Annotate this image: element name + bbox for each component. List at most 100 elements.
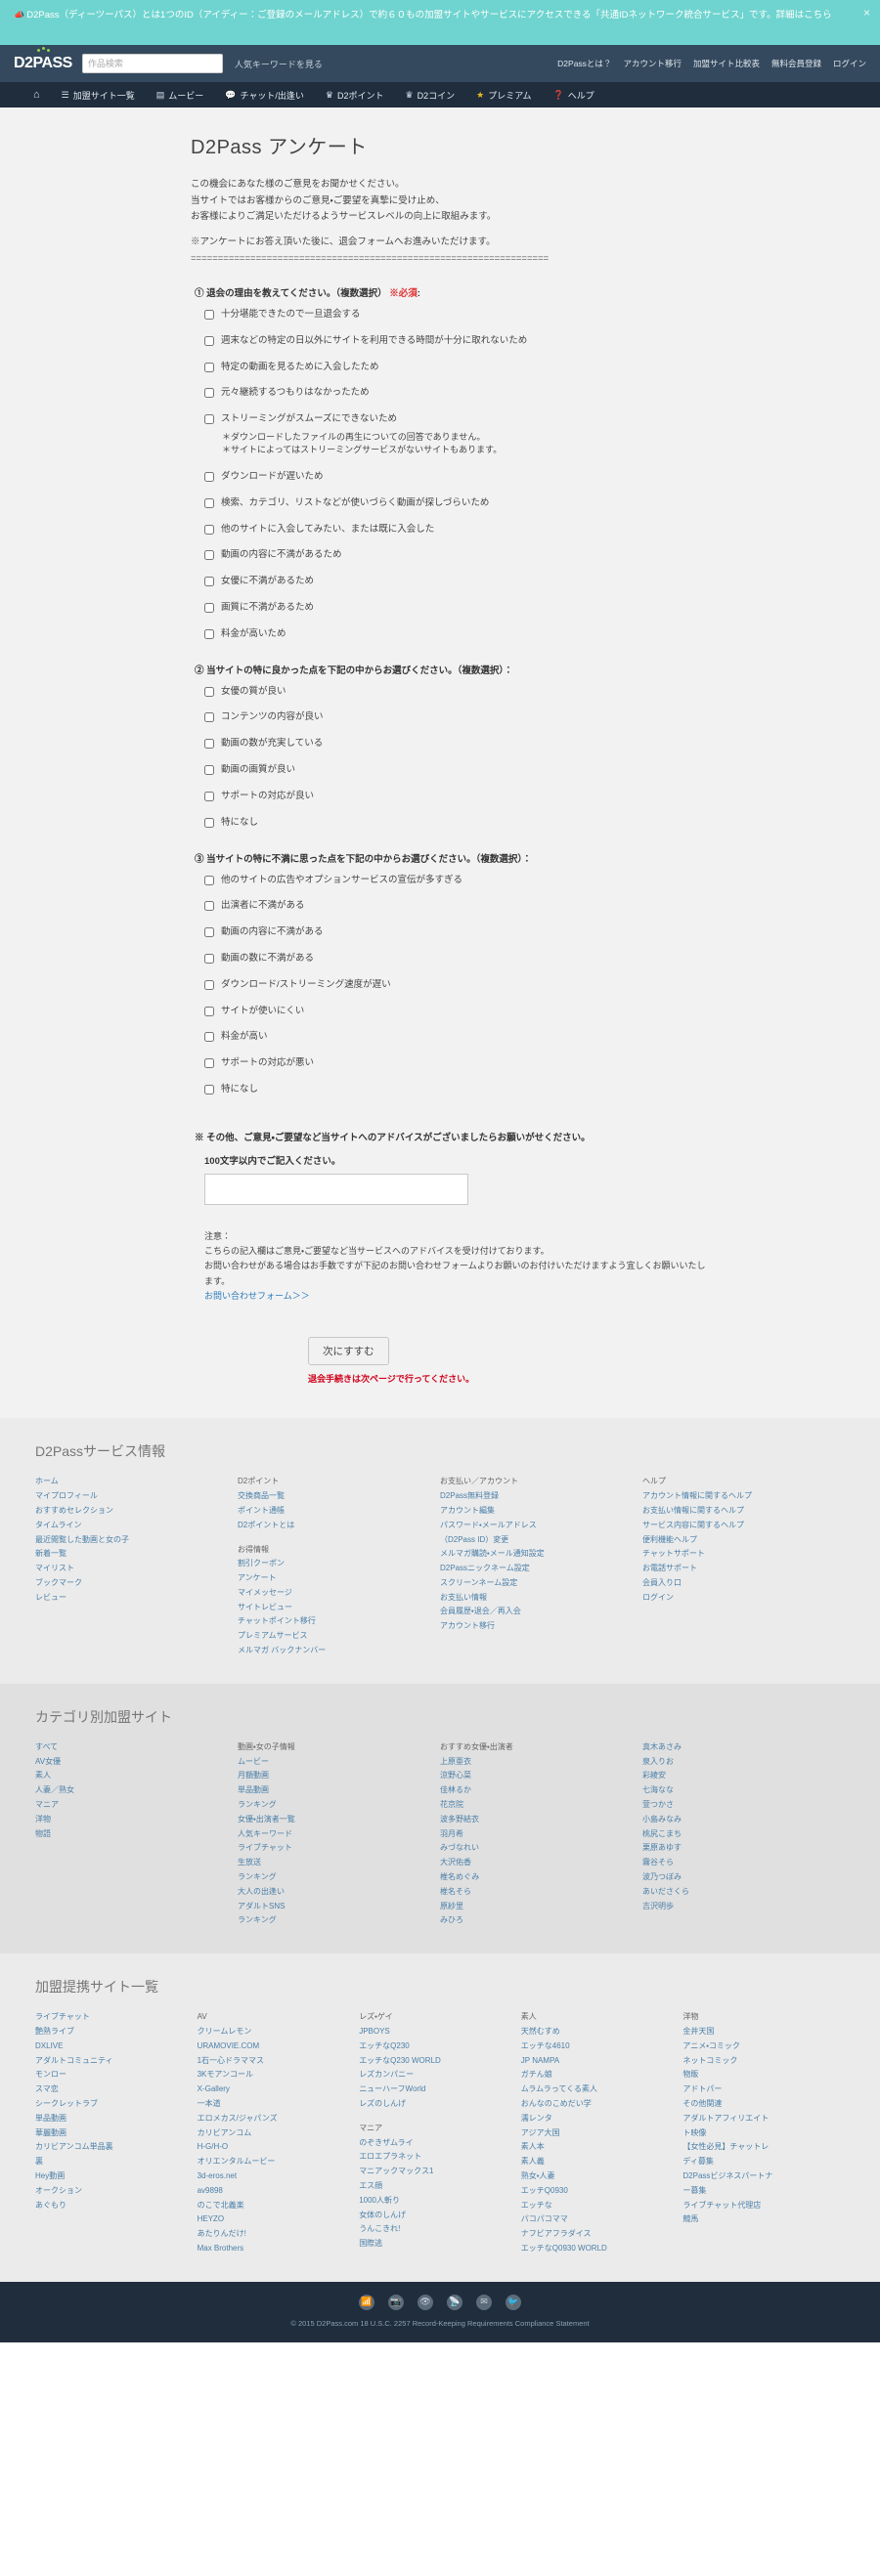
footer-category-link[interactable]: 小島みなみ bbox=[642, 1813, 833, 1827]
footer-partner-link[interactable]: あぐもり bbox=[35, 2199, 186, 2213]
mail-icon[interactable]: ✉ bbox=[476, 2294, 492, 2310]
q3-checkbox-6[interactable] bbox=[204, 1032, 214, 1043]
footer-partner-link[interactable]: 1000人斬り bbox=[359, 2194, 509, 2209]
footer-partner-link[interactable]: ライブチャット bbox=[35, 2010, 186, 2025]
footer-partner-link[interactable]: ー募集 bbox=[682, 2184, 833, 2199]
footer-category-link[interactable]: 生放送 bbox=[238, 1856, 428, 1870]
footer-category-link[interactable]: 椎名そら bbox=[440, 1885, 631, 1900]
header-link-site-comparison[interactable]: 加盟サイト比較表 bbox=[693, 58, 760, 69]
nav-item-d2coin[interactable]: ♛ D2コイン bbox=[406, 89, 456, 102]
footer-partner-link[interactable]: ガチん娘 bbox=[521, 2068, 672, 2082]
footer-category-link[interactable]: ランキング bbox=[238, 1870, 428, 1885]
footer-partner-link[interactable]: パコパコママ bbox=[521, 2212, 672, 2227]
footer-service-link[interactable]: メルマガ バックナンバー bbox=[238, 1644, 428, 1658]
footer-category-link[interactable]: 大沢佑香 bbox=[440, 1856, 631, 1870]
footer-partner-link[interactable]: アジア大国 bbox=[521, 2126, 672, 2141]
footer-category-link[interactable]: ランキング bbox=[238, 1798, 428, 1813]
q3-option-3[interactable]: 動画の数に不満がある bbox=[204, 953, 714, 966]
footer-service-link[interactable]: ホーム bbox=[35, 1475, 226, 1489]
footer-service-link[interactable]: プレミアムサービス bbox=[238, 1629, 428, 1644]
q1-option-10[interactable]: 画質に不満があるため bbox=[204, 602, 714, 615]
footer-partner-link[interactable]: DXLIVE bbox=[35, 2039, 186, 2054]
footer-partner-link[interactable]: 華麗動画 bbox=[35, 2126, 186, 2141]
footer-category-link[interactable]: 女優・出演者一覧 bbox=[238, 1813, 428, 1827]
footer-category-link[interactable]: 月額動画 bbox=[238, 1769, 428, 1783]
nav-item-d2point[interactable]: ♛ D2ポイント bbox=[326, 89, 384, 102]
footer-partner-link[interactable]: 物販 bbox=[682, 2068, 833, 2082]
footer-category-link[interactable]: あいださくら bbox=[642, 1885, 833, 1900]
footer-service-link[interactable]: ポイント通帳 bbox=[238, 1504, 428, 1519]
footer-partner-link[interactable]: JPBOYS bbox=[359, 2025, 509, 2039]
footer-category-link[interactable]: 萱つかさ bbox=[642, 1798, 833, 1813]
q3-option-7[interactable]: サポートの対応が悪い bbox=[204, 1057, 714, 1070]
footer-category-link[interactable]: 波乃つぼみ bbox=[642, 1870, 833, 1885]
footer-service-link[interactable]: レビュー bbox=[35, 1591, 226, 1606]
footer-partner-link[interactable]: エッチQ0930 bbox=[521, 2184, 672, 2199]
q2-option-3[interactable]: 動画の画質が良い bbox=[204, 764, 714, 777]
q1-checkbox-11[interactable] bbox=[204, 628, 214, 639]
header-link-login[interactable]: ログイン bbox=[833, 58, 866, 69]
q3-checkbox-1[interactable] bbox=[204, 901, 214, 912]
q2-checkbox-5[interactable] bbox=[204, 817, 214, 828]
q3-option-5[interactable]: サイトが使いにくい bbox=[204, 1006, 714, 1018]
q1-checkbox-8[interactable] bbox=[204, 550, 214, 561]
footer-category-link[interactable]: みひろ bbox=[440, 1913, 631, 1928]
footer-partner-link[interactable]: エロエプラネット bbox=[359, 2150, 509, 2165]
footer-category-link[interactable]: 原紗里 bbox=[440, 1900, 631, 1914]
footer-partner-link[interactable]: ナフビアフラダイス bbox=[521, 2227, 672, 2242]
footer-service-link[interactable]: タイムライン bbox=[35, 1519, 226, 1533]
footer-partner-link[interactable]: ライブチャット代理店 bbox=[682, 2199, 833, 2213]
footer-partner-link[interactable]: 素人義 bbox=[521, 2155, 672, 2169]
footer-category-link[interactable]: 物語 bbox=[35, 1827, 226, 1842]
footer-category-link[interactable]: みづなれい bbox=[440, 1841, 631, 1856]
footer-partner-link[interactable]: おんなのこめだい学 bbox=[521, 2097, 672, 2112]
footer-category-link[interactable]: 単品動画 bbox=[238, 1783, 428, 1798]
q3-checkbox-0[interactable] bbox=[204, 875, 214, 885]
q3-checkbox-8[interactable] bbox=[204, 1085, 214, 1095]
footer-partner-link[interactable]: のこで北義楽 bbox=[198, 2199, 348, 2213]
q1-option-8[interactable]: 動画の内容に不満があるため bbox=[204, 549, 714, 562]
footer-category-link[interactable]: すべて bbox=[35, 1740, 226, 1755]
footer-partner-link[interactable]: エロメカス/ジャパンズ bbox=[198, 2112, 348, 2126]
footer-partner-link[interactable]: カリビアンコム単品裏 bbox=[35, 2140, 186, 2155]
q2-checkbox-3[interactable] bbox=[204, 765, 214, 776]
footer-partner-link[interactable]: アダルトコミュニティ bbox=[35, 2054, 186, 2069]
footer-partner-link[interactable]: アドトパー bbox=[682, 2082, 833, 2097]
q1-option-7[interactable]: 他のサイトに入会してみたい、または既に入会した bbox=[204, 524, 714, 537]
eye-icon[interactable]: 👁 bbox=[418, 2294, 433, 2310]
footer-partner-link[interactable]: のぞきザムライ bbox=[359, 2136, 509, 2151]
nav-item-chat[interactable]: 💬 チャット/出逢い bbox=[225, 89, 304, 102]
footer-partner-link[interactable]: アダルトアフィリエイト bbox=[682, 2112, 833, 2126]
footer-service-link[interactable]: チャットポイント移行 bbox=[238, 1614, 428, 1629]
footer-service-link[interactable]: お支払い情報に関するヘルプ bbox=[642, 1504, 833, 1519]
q2-option-1[interactable]: コンテンツの内容が良い bbox=[204, 711, 714, 724]
footer-category-link[interactable]: 佳林るか bbox=[440, 1783, 631, 1798]
q2-option-4[interactable]: サポートの対応が良い bbox=[204, 791, 714, 803]
q2-option-5[interactable]: 特になし bbox=[204, 817, 714, 830]
footer-service-link[interactable]: マイプロフィール bbox=[35, 1489, 226, 1504]
footer-category-link[interactable]: ランキング bbox=[238, 1913, 428, 1928]
free-text-input[interactable] bbox=[204, 1173, 468, 1205]
footer-partner-link[interactable]: 【女性必見】チャットレ bbox=[682, 2140, 833, 2155]
footer-partner-link[interactable]: 素人本 bbox=[521, 2140, 672, 2155]
q2-checkbox-2[interactable] bbox=[204, 739, 214, 750]
footer-partner-link[interactable]: うんこきれ! bbox=[359, 2222, 509, 2237]
q1-option-4[interactable]: ストリーミングがスムーズにできないため bbox=[204, 413, 714, 426]
footer-category-link[interactable]: 桃尻こまち bbox=[642, 1827, 833, 1842]
contact-form-link[interactable]: お問い合わせフォーム＞＞ bbox=[204, 1291, 310, 1301]
q3-option-0[interactable]: 他のサイトの広告やオプションサービスの宣伝が多すぎる bbox=[204, 875, 714, 887]
q3-option-8[interactable]: 特になし bbox=[204, 1084, 714, 1096]
footer-partner-link[interactable]: 裏 bbox=[35, 2155, 186, 2169]
footer-partner-link[interactable]: ニューハーフWorld bbox=[359, 2082, 509, 2097]
footer-service-link[interactable]: 割引クーポン bbox=[238, 1557, 428, 1571]
footer-partner-link[interactable]: クリームレモン bbox=[198, 2025, 348, 2039]
footer-category-link[interactable]: 椎名めぐみ bbox=[440, 1870, 631, 1885]
q1-option-11[interactable]: 料金が高いため bbox=[204, 628, 714, 641]
q1-checkbox-5[interactable] bbox=[204, 471, 214, 482]
footer-service-link[interactable]: 交換商品一覧 bbox=[238, 1489, 428, 1504]
footer-partner-link[interactable]: あたりんだけ! bbox=[198, 2227, 348, 2242]
q1-checkbox-0[interactable] bbox=[204, 309, 214, 320]
q1-checkbox-3[interactable] bbox=[204, 388, 214, 399]
next-button[interactable]: 次にすすむ bbox=[308, 1337, 389, 1366]
footer-partner-link[interactable]: 3d-eros.net bbox=[198, 2169, 348, 2184]
